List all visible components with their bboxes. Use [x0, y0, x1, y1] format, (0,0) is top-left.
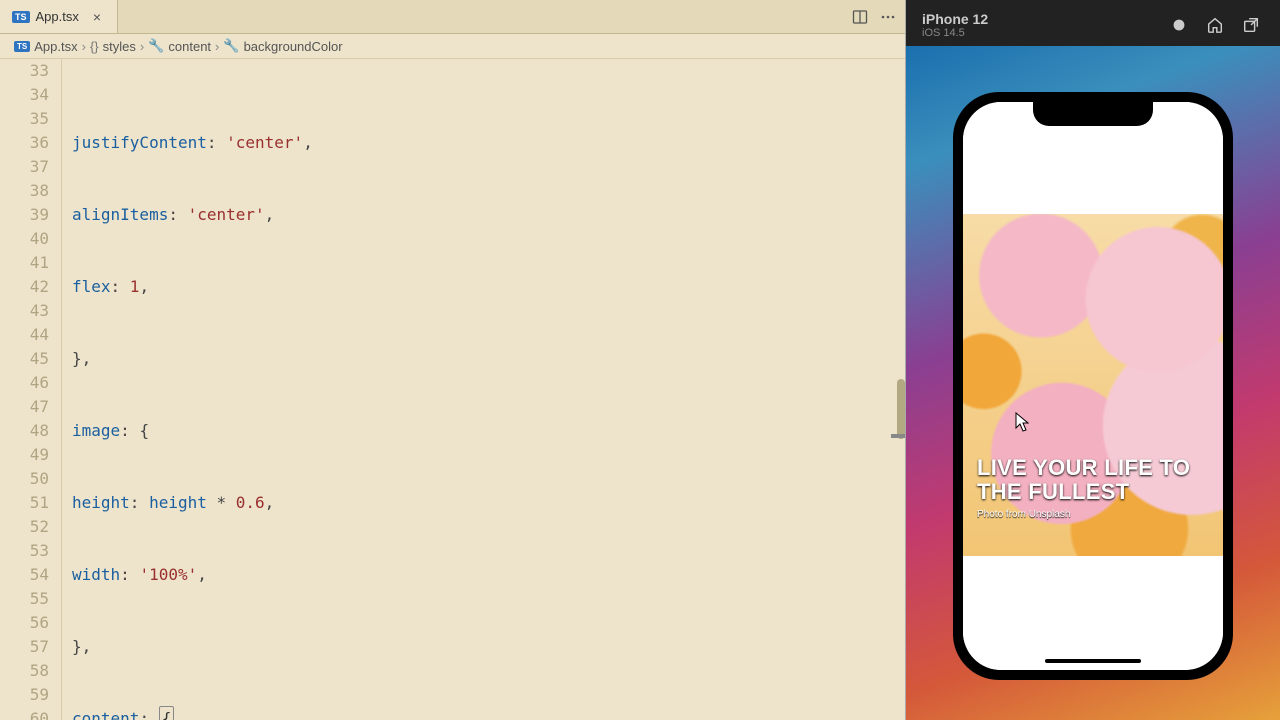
- line-number: 47: [0, 395, 49, 419]
- line-number: 57: [0, 635, 49, 659]
- crumb-content[interactable]: content: [168, 39, 211, 54]
- code-body[interactable]: justifyContent: 'center', alignItems: 'c…: [62, 59, 905, 720]
- line-number: 39: [0, 203, 49, 227]
- simulator-os-version: iOS 14.5: [922, 27, 1158, 39]
- breadcrumb[interactable]: TS App.tsx › {} styles › 🔧 content › 🔧 b…: [0, 34, 905, 59]
- app-heading-text: LIVE YOUR LIFE TO THE FULLEST: [977, 456, 1209, 505]
- open-external-icon[interactable]: [1236, 10, 1266, 40]
- record-icon[interactable]: [1164, 10, 1194, 40]
- line-number: 40: [0, 227, 49, 251]
- line-number: 46: [0, 371, 49, 395]
- line-number-gutter: 3334353637383940414243444546474849505152…: [0, 59, 62, 720]
- line-number: 33: [0, 59, 49, 83]
- line-number: 56: [0, 611, 49, 635]
- line-number: 45: [0, 347, 49, 371]
- code-area[interactable]: 3334353637383940414243444546474849505152…: [0, 59, 905, 720]
- scrollbar-selection-marker: [891, 434, 905, 438]
- home-icon[interactable]: [1200, 10, 1230, 40]
- line-number: 49: [0, 443, 49, 467]
- close-icon[interactable]: ×: [93, 9, 101, 25]
- chevron-right-icon: ›: [82, 39, 86, 54]
- line-number: 35: [0, 107, 49, 131]
- phone-screen[interactable]: LIVE YOUR LIFE TO THE FULLEST Photo from…: [963, 102, 1223, 670]
- simulator-device-name: iPhone 12: [922, 11, 1158, 27]
- home-indicator[interactable]: [1045, 659, 1141, 663]
- simulator-pane: iPhone 12 iOS 14.5 LIVE YOUR L: [906, 0, 1280, 720]
- line-number: 36: [0, 131, 49, 155]
- line-number: 59: [0, 683, 49, 707]
- phone-frame: LIVE YOUR LIFE TO THE FULLEST Photo from…: [953, 92, 1233, 680]
- wrench-icon: 🔧: [223, 38, 239, 54]
- split-editor-icon[interactable]: [849, 6, 871, 28]
- line-number: 37: [0, 155, 49, 179]
- line-number: 38: [0, 179, 49, 203]
- line-number: 34: [0, 83, 49, 107]
- line-number: 55: [0, 587, 49, 611]
- line-number: 43: [0, 299, 49, 323]
- symbol-icon: {}: [90, 39, 99, 54]
- simulator-body: LIVE YOUR LIFE TO THE FULLEST Photo from…: [906, 46, 1280, 720]
- line-number: 41: [0, 251, 49, 275]
- line-number: 42: [0, 275, 49, 299]
- app-whitespace-bottom: [963, 556, 1223, 670]
- code-editor-pane: TS App.tsx × TS App.tsx › {} styles › 🔧 …: [0, 0, 906, 720]
- tab-filename: App.tsx: [36, 9, 79, 24]
- crumb-styles[interactable]: styles: [103, 39, 136, 54]
- line-number: 44: [0, 323, 49, 347]
- typescript-icon: TS: [14, 41, 30, 52]
- app-image-background: LIVE YOUR LIFE TO THE FULLEST Photo from…: [963, 214, 1223, 556]
- simulator-header: iPhone 12 iOS 14.5: [906, 0, 1280, 46]
- chevron-right-icon: ›: [215, 39, 219, 54]
- wrench-icon: 🔧: [148, 38, 164, 54]
- line-number: 51: [0, 491, 49, 515]
- typescript-icon: TS: [12, 11, 30, 23]
- phone-notch: [1033, 102, 1153, 126]
- crumb-backgroundcolor[interactable]: backgroundColor: [244, 39, 343, 54]
- line-number: 54: [0, 563, 49, 587]
- tab-app-tsx[interactable]: TS App.tsx ×: [0, 0, 118, 33]
- line-number: 48: [0, 419, 49, 443]
- crumb-file[interactable]: App.tsx: [34, 39, 77, 54]
- code-scrollbar[interactable]: [891, 59, 905, 720]
- more-actions-icon[interactable]: [877, 6, 899, 28]
- line-number: 60: [0, 707, 49, 720]
- app-attribution-text: Photo from Unsplash: [977, 509, 1209, 520]
- editor-tab-bar: TS App.tsx ×: [0, 0, 905, 34]
- scrollbar-thumb[interactable]: [897, 379, 905, 439]
- line-number: 50: [0, 467, 49, 491]
- line-number: 52: [0, 515, 49, 539]
- chevron-right-icon: ›: [140, 39, 144, 54]
- line-number: 53: [0, 539, 49, 563]
- line-number: 58: [0, 659, 49, 683]
